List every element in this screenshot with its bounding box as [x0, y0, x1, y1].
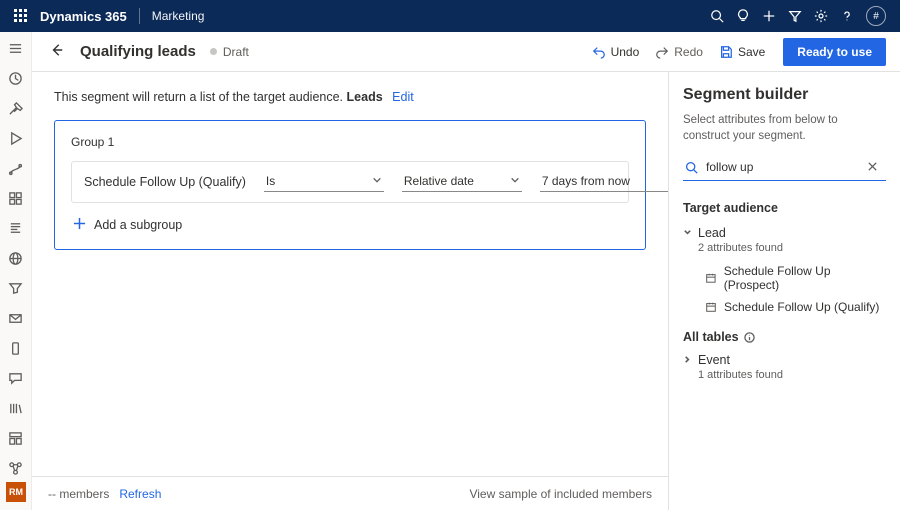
intro-text: This segment will return a list of the t…: [54, 90, 343, 104]
operator-value: Is: [266, 174, 275, 188]
calendar-icon: [705, 272, 717, 284]
view-sample-link[interactable]: View sample of included members: [469, 487, 652, 501]
menu-icon[interactable]: [6, 38, 26, 58]
attribute-search[interactable]: [683, 156, 886, 181]
info-icon[interactable]: [744, 332, 755, 343]
connector-icon[interactable]: [6, 458, 26, 478]
tree-node-event[interactable]: Event: [683, 350, 886, 370]
sms-icon[interactable]: [6, 338, 26, 358]
target-audience-header: Target audience: [683, 201, 886, 215]
redo-label: Redo: [674, 45, 703, 59]
plus-icon: [73, 217, 86, 233]
form-icon[interactable]: [6, 218, 26, 238]
attribute-item[interactable]: Schedule Follow Up (Prospect): [683, 260, 886, 296]
add-subgroup-label: Add a subgroup: [94, 218, 182, 232]
refresh-link[interactable]: Refresh: [119, 487, 161, 501]
edit-link[interactable]: Edit: [392, 90, 414, 104]
library-icon[interactable]: [6, 398, 26, 418]
mail-icon[interactable]: [6, 308, 26, 328]
redo-button[interactable]: Redo: [647, 41, 711, 63]
panel-description: Select attributes from below to construc…: [683, 112, 886, 144]
tree-node-label: Event: [698, 353, 730, 367]
chevron-right-icon: [683, 353, 692, 367]
lightbulb-icon[interactable]: [730, 0, 756, 32]
tree-node-label: Lead: [698, 226, 726, 240]
add-subgroup-button[interactable]: Add a subgroup: [71, 217, 629, 233]
intro-entity: Leads: [347, 90, 383, 104]
condition-row: Schedule Follow Up (Qualify) Is Relative…: [71, 161, 629, 203]
save-button[interactable]: Save: [711, 41, 773, 63]
segment-builder-panel: Segment builder Select attributes from b…: [668, 72, 900, 510]
all-tables-label: All tables: [683, 330, 739, 344]
operator-select[interactable]: Is: [264, 172, 384, 192]
all-tables-header: All tables: [683, 330, 886, 344]
segment-icon[interactable]: [6, 188, 26, 208]
user-badge[interactable]: RM: [6, 482, 26, 502]
plus-icon[interactable]: [756, 0, 782, 32]
group-card[interactable]: Group 1 Schedule Follow Up (Qualify) Is …: [54, 120, 646, 250]
save-label: Save: [738, 45, 765, 59]
account-avatar[interactable]: #: [866, 6, 886, 26]
ready-to-use-button[interactable]: Ready to use: [783, 38, 886, 66]
status-label: Draft: [223, 45, 249, 59]
journey-icon[interactable]: [6, 158, 26, 178]
group-title: Group 1: [71, 135, 629, 149]
chevron-down-icon: [510, 174, 520, 188]
value-input[interactable]: 7 days from now: [540, 172, 668, 192]
command-bar: Qualifying leads Draft Undo Redo Save Re…: [32, 32, 900, 72]
search-icon: [685, 161, 698, 174]
date-mode-select[interactable]: Relative date: [402, 172, 522, 192]
tree-node-lead[interactable]: Lead: [683, 223, 886, 243]
clear-search-button[interactable]: [867, 160, 884, 175]
help-icon[interactable]: [834, 0, 860, 32]
chat-icon[interactable]: [6, 368, 26, 388]
play-icon[interactable]: [6, 128, 26, 148]
search-icon[interactable]: [704, 0, 730, 32]
funnel-icon[interactable]: [6, 278, 26, 298]
chevron-down-icon: [372, 174, 382, 188]
panel-title: Segment builder: [683, 86, 886, 104]
event-count: 1 attributes found: [683, 369, 886, 381]
divider: [139, 8, 140, 24]
members-count: -- members: [48, 487, 109, 501]
segment-intro: This segment will return a list of the t…: [54, 90, 646, 104]
module-name: Marketing: [152, 9, 205, 23]
page-title: Qualifying leads: [80, 43, 196, 60]
footer-bar: -- members Refresh View sample of includ…: [32, 476, 668, 510]
attribute-label: Schedule Follow Up (Qualify): [724, 300, 879, 314]
attribute-label: Schedule Follow Up (Prospect): [724, 264, 886, 292]
product-name: Dynamics 365: [40, 9, 127, 24]
status-dot-icon: [210, 48, 217, 55]
clock-icon[interactable]: [6, 68, 26, 88]
lead-count: 2 attributes found: [683, 242, 886, 254]
nav-rail: RM: [0, 32, 32, 510]
condition-attribute: Schedule Follow Up (Qualify): [84, 175, 246, 189]
template-icon[interactable]: [6, 428, 26, 448]
pin-icon[interactable]: [6, 98, 26, 118]
brand-bar: Dynamics 365 Marketing #: [0, 0, 900, 32]
globe-icon[interactable]: [6, 248, 26, 268]
attribute-item[interactable]: Schedule Follow Up (Qualify): [683, 296, 886, 318]
calendar-icon: [705, 301, 717, 313]
chevron-down-icon: [683, 226, 692, 240]
search-input[interactable]: [704, 159, 867, 175]
undo-label: Undo: [611, 45, 640, 59]
gear-icon[interactable]: [808, 0, 834, 32]
filter-icon[interactable]: [782, 0, 808, 32]
undo-button[interactable]: Undo: [584, 41, 648, 63]
segment-canvas: This segment will return a list of the t…: [32, 72, 668, 476]
date-mode-value: Relative date: [404, 174, 474, 188]
app-launcher-icon[interactable]: [14, 9, 28, 23]
back-button[interactable]: [46, 39, 68, 64]
